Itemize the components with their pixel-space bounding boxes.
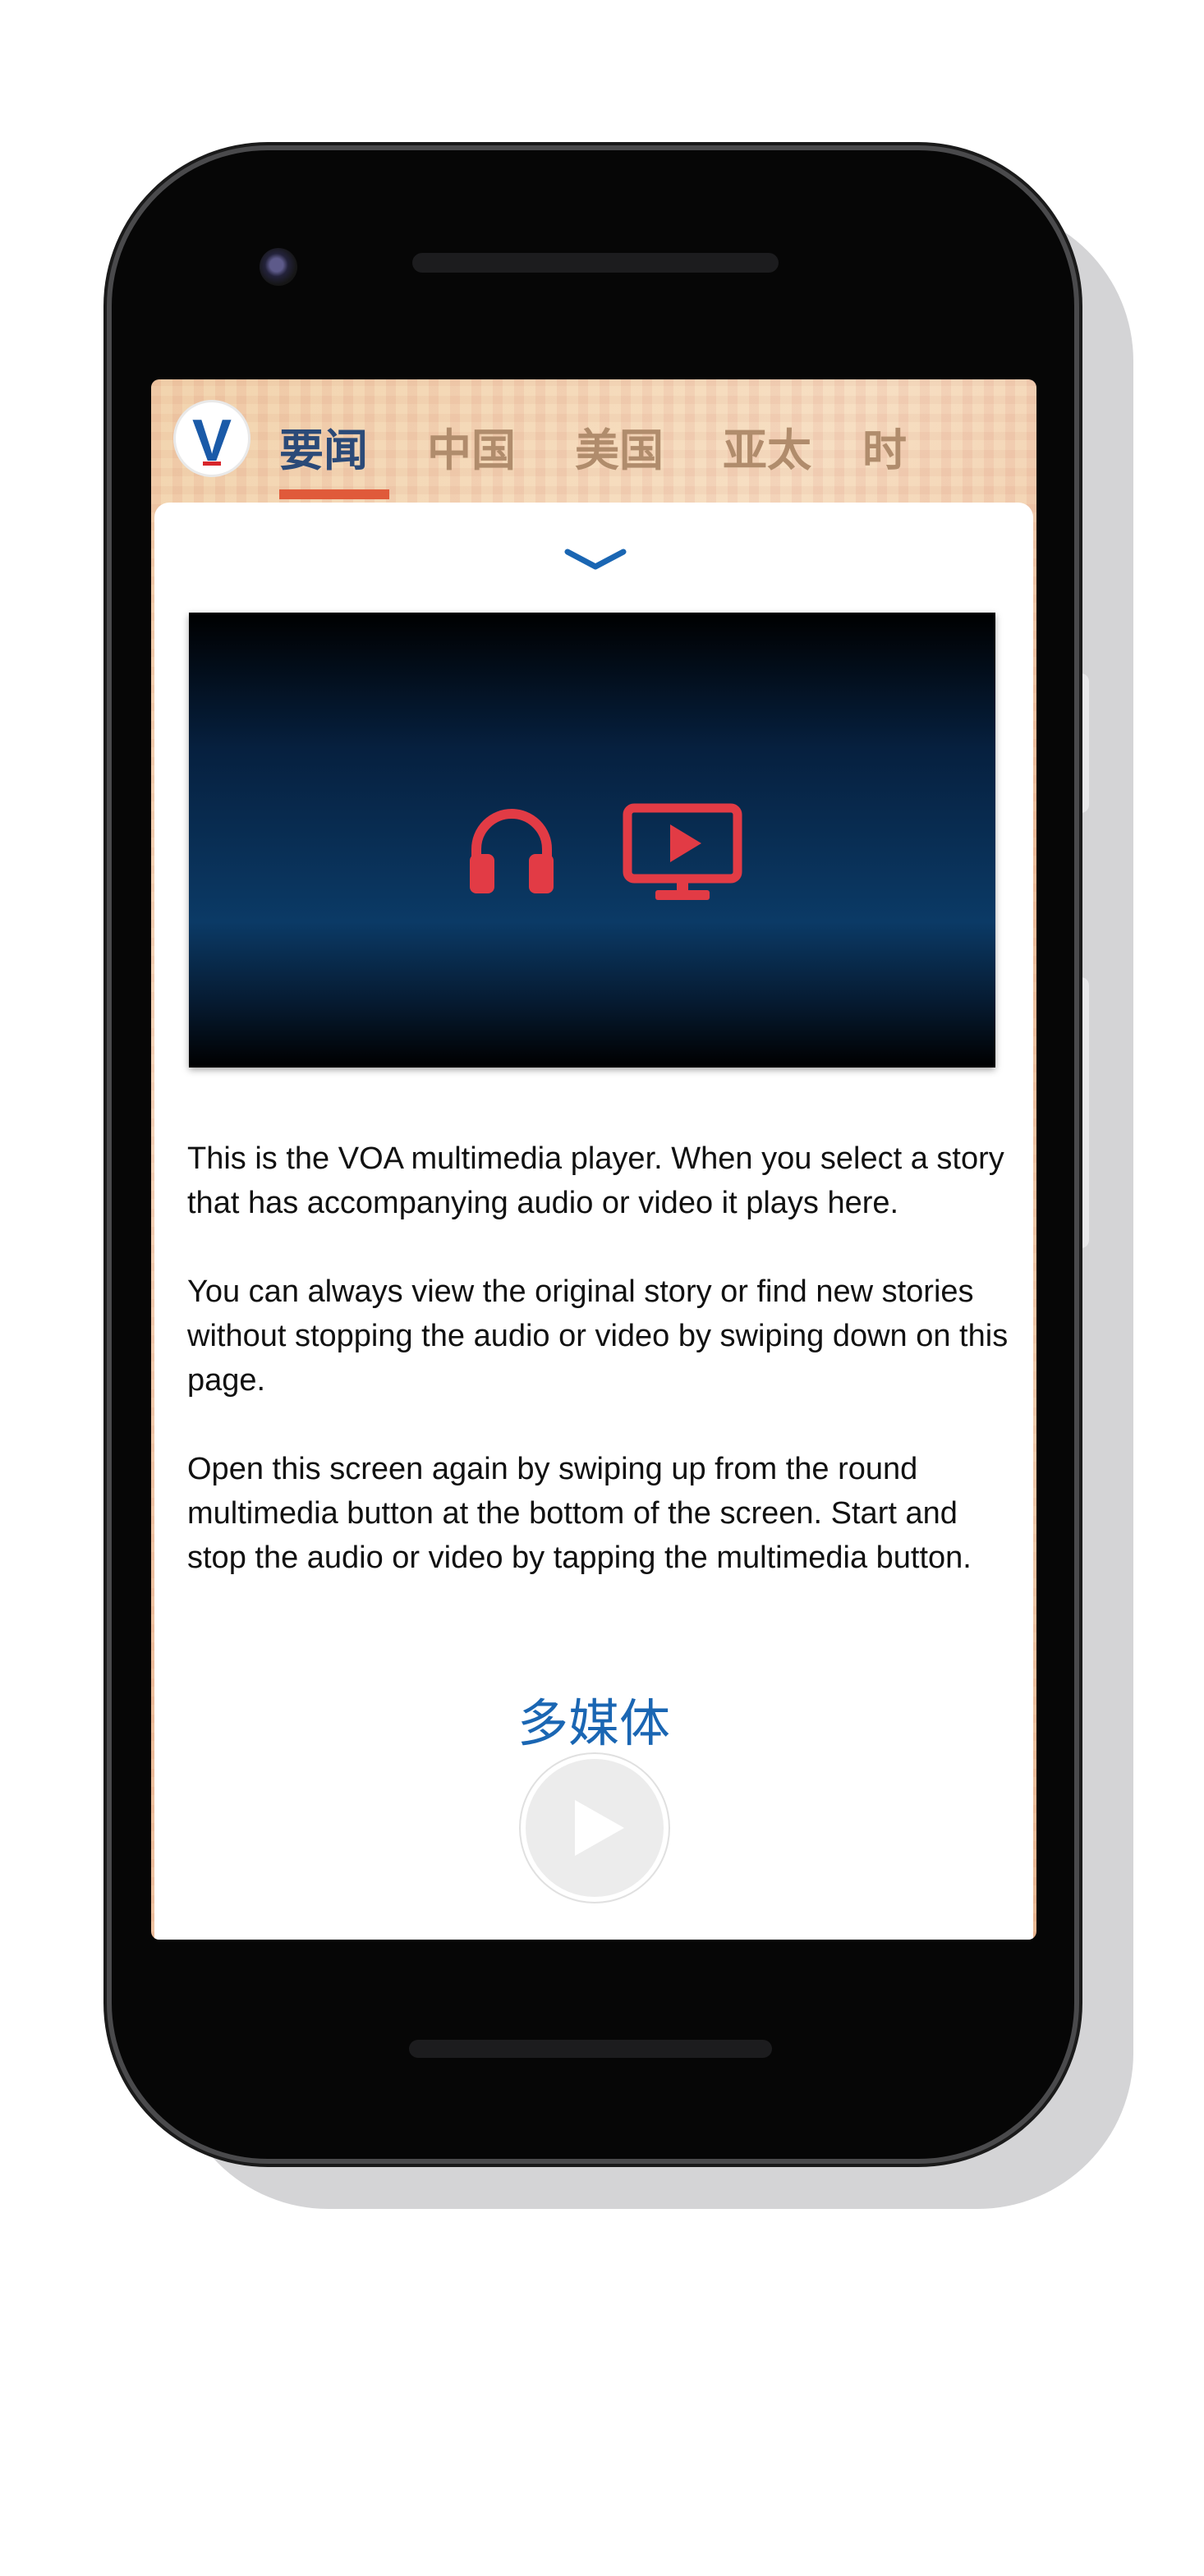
logo-accent-bar — [203, 461, 221, 466]
intro-paragraph-2: You can always view the original story o… — [187, 1274, 1009, 1398]
top-speaker — [412, 253, 779, 273]
multimedia-play-button[interactable] — [526, 1759, 664, 1897]
voa-logo[interactable]: V — [176, 402, 248, 475]
top-navigation-bar: V 要闻 中国 美国 亚太 时 — [151, 379, 1036, 503]
headphones-icon — [470, 809, 554, 893]
tab-partial[interactable]: 时 — [862, 414, 907, 479]
tab-asia-pacific[interactable]: 亚太 — [723, 414, 811, 479]
front-camera — [260, 248, 297, 286]
tab-usa[interactable]: 美国 — [575, 414, 664, 479]
multimedia-sheet: This is the VOA multimedia player. When … — [154, 503, 1033, 1940]
tab-headlines[interactable]: 要闻 — [279, 414, 368, 479]
bottom-speaker — [409, 2040, 772, 2058]
app-screen: V 要闻 中国 美国 亚太 时 This is the VOA multimed… — [151, 379, 1036, 1940]
active-tab-indicator — [279, 489, 389, 499]
chevron-down-icon[interactable] — [564, 547, 627, 572]
tab-china[interactable]: 中国 — [427, 414, 516, 479]
intro-paragraph-1: This is the VOA multimedia player. When … — [187, 1141, 1004, 1220]
play-icon — [575, 1800, 624, 1856]
video-player-icon — [623, 803, 742, 900]
multimedia-label: 多媒体 — [517, 1693, 670, 1753]
media-preview — [189, 613, 995, 1068]
intro-paragraph-3: Open this screen again by swiping up fro… — [187, 1452, 972, 1575]
